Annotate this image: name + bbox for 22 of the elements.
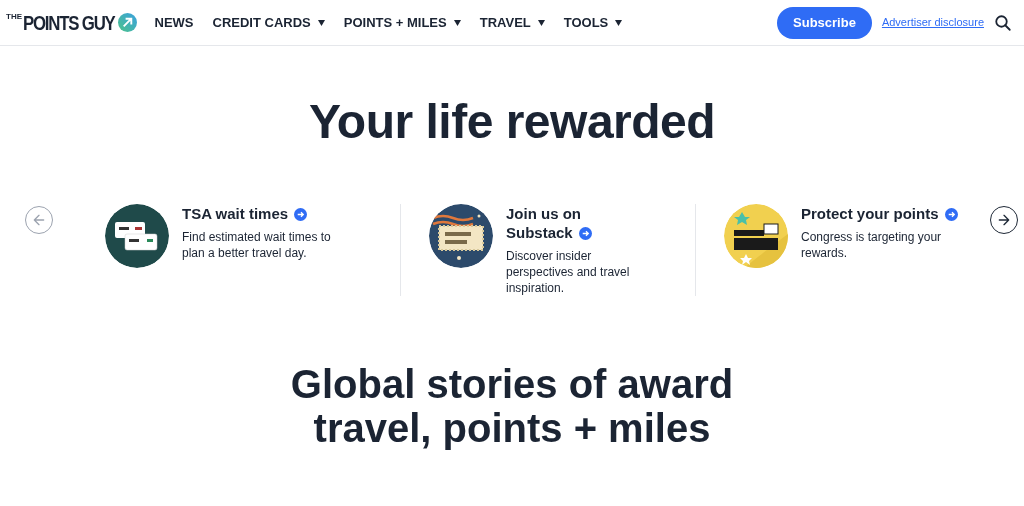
card-title-link[interactable]: Protect your points [801,204,969,223]
hero-title: Your life rewarded [307,98,717,146]
subscribe-button[interactable]: Subscribe [777,6,872,39]
card-description: Congress is targeting your rewards. [801,229,943,261]
card-title-link[interactable]: TSA wait times [182,204,350,223]
caret-icon [317,19,325,26]
arrow-left-icon [31,212,47,228]
nav-link[interactable]: TOOLS [563,12,623,33]
caret-icon [453,19,461,26]
nav-link[interactable]: CREDIT CARDS [212,12,325,33]
card-title-link[interactable]: Join us on Substack [506,204,646,242]
caret-icon [537,19,545,26]
card-description: Discover insider perspectives and travel inspiration. [506,248,631,296]
nav-link[interactable]: POINTS + MILES [343,12,461,33]
card-description: Find estimated wait times to plan a better travel day. [182,229,332,261]
arrow-right-icon [996,212,1012,228]
section-title: Global stories of award travel, points + miles [289,362,735,450]
advertiser-disclosure-link[interactable]: Advertiser disclosure [881,14,984,31]
caret-icon [615,19,623,26]
search-icon[interactable] [994,13,1012,32]
nav-link[interactable]: TRAVEL [479,12,545,33]
nav-link[interactable]: NEWS [154,12,194,33]
